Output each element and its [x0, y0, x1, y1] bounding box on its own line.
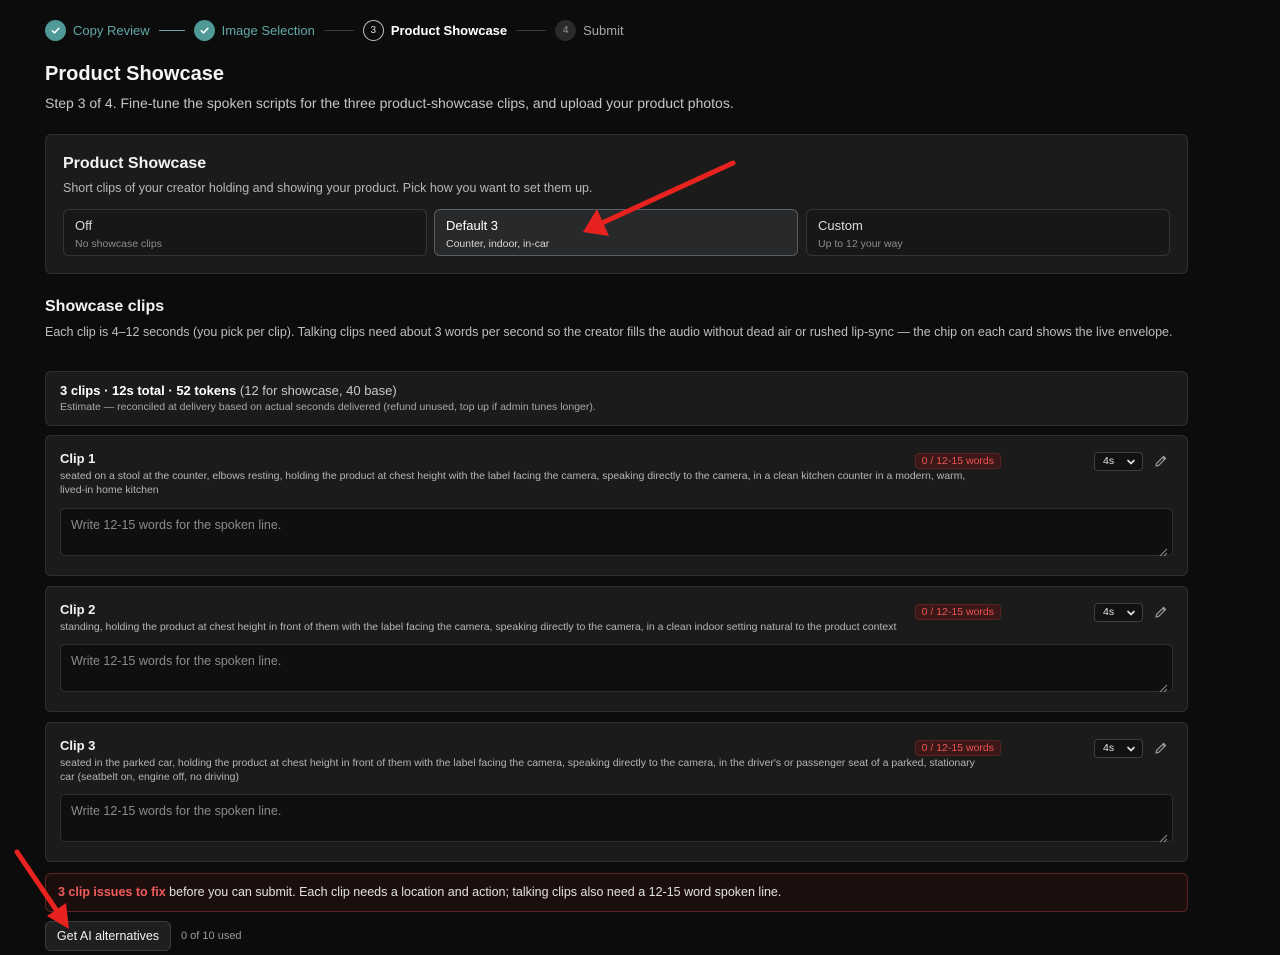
- word-count-chip: 0 / 12-15 words: [914, 604, 1001, 620]
- clip-title: Clip 2: [60, 602, 96, 617]
- option-off[interactable]: Off No showcase clips: [63, 209, 427, 256]
- showcase-mode-panel: Product Showcase Short clips of your cre…: [45, 134, 1188, 274]
- clip-title: Clip 1: [60, 451, 96, 466]
- option-subtitle: No showcase clips: [75, 238, 162, 250]
- step-number: 4: [555, 19, 577, 41]
- duration-value: 4s: [1103, 455, 1115, 467]
- option-title: Default 3: [446, 218, 499, 233]
- pencil-icon[interactable]: [1153, 604, 1169, 620]
- step-label: Product Showcase: [390, 22, 508, 38]
- progress-stepper: Copy Review Image Selection 3 Product Sh…: [45, 19, 624, 41]
- option-subtitle: Up to 12 your way: [818, 238, 903, 250]
- token-summary: 3 clips · 12s total · 52 tokens (12 for …: [45, 371, 1188, 426]
- step-label: Image Selection: [221, 22, 315, 38]
- summary-totals: 3 clips · 12s total · 52 tokens (12 for …: [60, 383, 397, 398]
- clip-title: Clip 3: [60, 738, 96, 753]
- duration-value: 4s: [1103, 742, 1115, 754]
- clip-card-1: Clip 1 seated on a stool at the counter,…: [45, 435, 1188, 576]
- panel-title: Product Showcase: [63, 155, 207, 172]
- clip-description: seated in the parked car, holding the pr…: [60, 757, 975, 783]
- step-connector: [323, 29, 354, 31]
- section-description: Each clip is 4–12 seconds (you pick per …: [45, 325, 1173, 339]
- ai-usage-counter: 0 of 10 used: [181, 930, 242, 942]
- spoken-line-input[interactable]: [60, 508, 1173, 556]
- option-custom[interactable]: Custom Up to 12 your way: [806, 209, 1170, 256]
- duration-value: 4s: [1103, 606, 1115, 618]
- option-title: Off: [75, 218, 93, 233]
- get-ai-alternatives-button[interactable]: Get AI alternatives: [45, 921, 171, 951]
- pencil-icon[interactable]: [1153, 740, 1169, 756]
- chevron-down-icon: [1127, 459, 1135, 465]
- option-subtitle: Counter, indoor, in-car: [446, 238, 550, 250]
- step-connector: [516, 29, 547, 31]
- step-number: 3: [362, 19, 384, 41]
- chevron-down-icon: [1127, 610, 1135, 616]
- clip-description: standing, holding the product at chest h…: [60, 621, 897, 633]
- page-subtitle: Step 3 of 4. Fine-tune the spoken script…: [45, 95, 734, 111]
- page-title: Product Showcase: [45, 63, 224, 85]
- word-count-chip: 0 / 12-15 words: [914, 453, 1001, 469]
- pencil-icon[interactable]: [1153, 453, 1169, 469]
- resize-grip-icon[interactable]: [1159, 834, 1168, 843]
- section-title: Showcase clips: [45, 298, 165, 315]
- step-copy-review[interactable]: Copy Review: [45, 19, 150, 41]
- duration-select[interactable]: 4s: [1094, 452, 1143, 471]
- check-icon: [45, 19, 66, 41]
- summary-estimate: Estimate — reconciled at delivery based …: [60, 401, 596, 413]
- step-submit[interactable]: 4 Submit: [555, 19, 624, 41]
- validation-error-banner: 3 clip issues to fix before you can subm…: [45, 873, 1188, 912]
- spoken-line-input[interactable]: [60, 644, 1173, 692]
- clip-card-2: Clip 2 standing, holding the product at …: [45, 586, 1188, 712]
- duration-select[interactable]: 4s: [1094, 603, 1143, 622]
- chevron-down-icon: [1127, 746, 1135, 752]
- check-icon: [193, 19, 215, 41]
- step-label: Submit: [583, 22, 624, 38]
- error-count: 3 clip issues to fix: [58, 885, 166, 899]
- option-title: Custom: [818, 218, 863, 233]
- resize-grip-icon[interactable]: [1159, 548, 1168, 557]
- step-connector: [158, 29, 185, 31]
- option-default-3[interactable]: Default 3 Counter, indoor, in-car: [434, 209, 798, 256]
- word-count-chip: 0 / 12-15 words: [914, 740, 1001, 756]
- error-message: before you can submit. Each clip needs a…: [165, 885, 782, 899]
- duration-select[interactable]: 4s: [1094, 739, 1143, 758]
- step-label: Copy Review: [73, 22, 150, 38]
- resize-grip-icon[interactable]: [1159, 684, 1168, 693]
- step-image-selection[interactable]: Image Selection: [193, 19, 315, 41]
- step-product-showcase[interactable]: 3 Product Showcase: [362, 19, 508, 41]
- clip-description: seated on a stool at the counter, elbows…: [60, 470, 966, 496]
- spoken-line-input[interactable]: [60, 794, 1173, 842]
- panel-description: Short clips of your creator holding and …: [63, 181, 593, 195]
- clip-card-3: Clip 3 seated in the parked car, holding…: [45, 722, 1188, 862]
